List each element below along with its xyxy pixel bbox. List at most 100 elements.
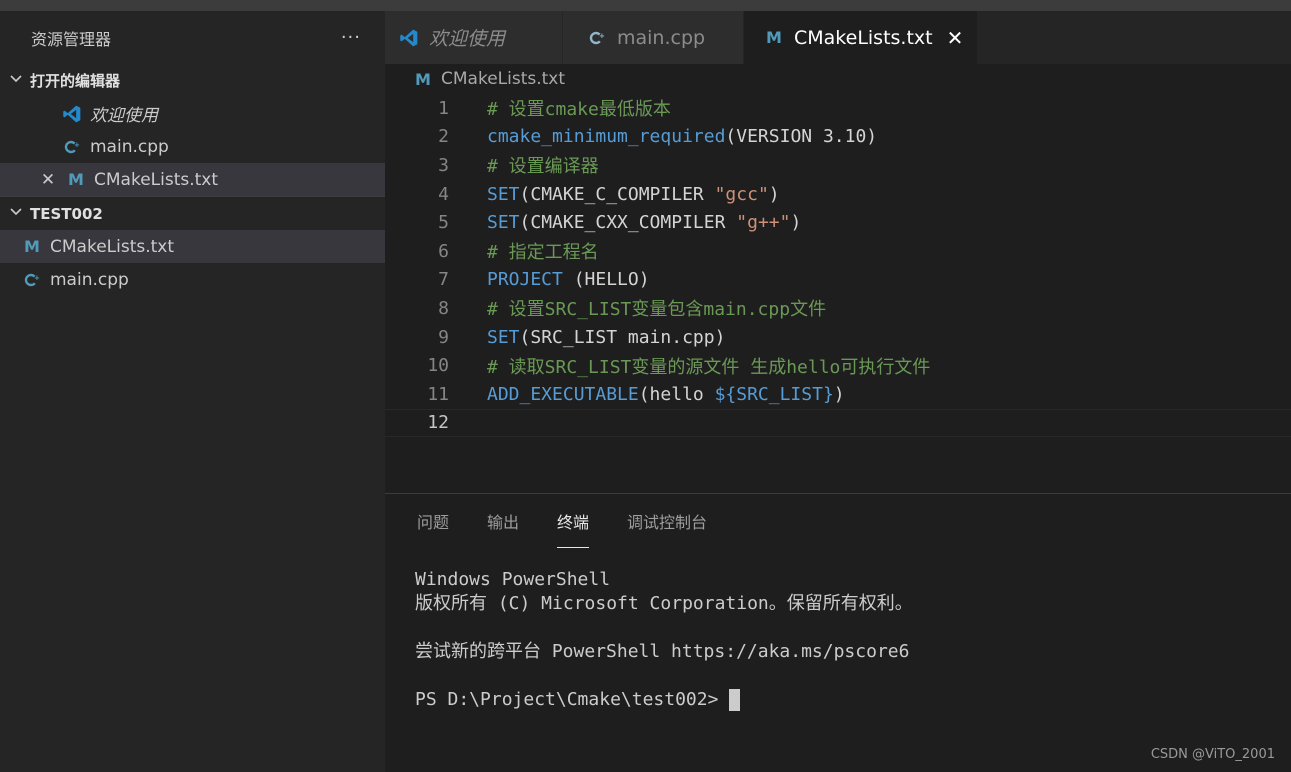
panel-tab-terminal[interactable]: 终端 <box>557 494 590 548</box>
code-line[interactable]: 4 SET(CMAKE_C_COMPILER "gcc") <box>385 180 1291 209</box>
panel-tabs: 问题 输出 终端 调试控制台 <box>385 494 1291 548</box>
svg-text:+: + <box>34 274 40 282</box>
svg-text:+: + <box>599 32 605 40</box>
line-number: 11 <box>427 383 449 405</box>
code-line[interactable]: 7 PROJECT (HELLO) <box>385 266 1291 295</box>
code-token: # 设置SRC_LIST变量包含main.cpp文件 <box>487 299 827 321</box>
line-source: cmake_minimum_required(VERSION 3.10) <box>487 126 877 147</box>
file-item-main-cpp[interactable]: + main.cpp <box>0 263 385 296</box>
line-source: # 读取SRC_LIST变量的源文件 生成hello可执行文件 <box>487 353 930 379</box>
code-line[interactable]: 11 ADD_EXECUTABLE(hello ${SRC_LIST}) <box>385 380 1291 409</box>
line-number: 8 <box>438 297 449 319</box>
terminal-prompt: PS D:\Project\Cmake\test002> <box>415 689 730 710</box>
chevron-down-icon <box>8 206 24 222</box>
cmake-icon: M <box>68 170 84 189</box>
bottom-panel: 问题 输出 终端 调试控制台 Windows PowerShell 版权所有 (C… <box>385 493 1291 772</box>
open-editor-item-main-cpp[interactable]: + main.cpp <box>0 130 385 163</box>
explorer-title: 资源管理器 <box>31 29 112 49</box>
close-tab-icon[interactable]: ✕ <box>947 26 964 50</box>
panel-tab-output[interactable]: 输出 <box>487 494 519 548</box>
terminal-line: 版权所有 (C) Microsoft Corporation。保留所有权利。 <box>415 593 913 614</box>
svg-text:+: + <box>74 141 80 149</box>
file-item-cmakelists[interactable]: M CMakeLists.txt <box>0 230 385 263</box>
breadcrumb-file[interactable]: CMakeLists.txt <box>441 69 565 89</box>
code-token: "gcc" <box>714 183 769 205</box>
watermark: CSDN @ViTO_2001 <box>1150 747 1275 762</box>
code-line[interactable]: 3 # 设置编译器 <box>385 151 1291 180</box>
code-token: (CMAKE_C_COMPILER <box>519 183 715 205</box>
line-number: 9 <box>438 326 449 348</box>
line-number: 4 <box>438 183 449 205</box>
breadcrumb[interactable]: M CMakeLists.txt <box>385 64 1291 94</box>
tab-label: 欢迎使用 <box>429 28 506 50</box>
line-source: # 设置编译器 <box>487 152 599 178</box>
cpp-icon: + <box>587 30 607 46</box>
tab-cmakelists[interactable]: M CMakeLists.txt ✕ <box>744 11 979 64</box>
tab-main-cpp[interactable]: + main.cpp <box>563 11 744 64</box>
open-editor-item-welcome[interactable]: 欢迎使用 <box>0 97 385 130</box>
tab-welcome[interactable]: 欢迎使用 <box>385 11 563 64</box>
line-source: # 设置cmake最低版本 <box>487 95 671 121</box>
code-token: SET <box>487 183 520 205</box>
line-source: PROJECT (HELLO) <box>487 269 650 290</box>
line-source: SET(CMAKE_CXX_COMPILER "g++") <box>487 212 801 233</box>
line-source: # 指定工程名 <box>487 238 599 264</box>
chevron-down-icon <box>8 73 24 89</box>
code-token: "g++" <box>736 212 791 234</box>
open-editor-label: CMakeLists.txt <box>94 169 219 190</box>
line-number: 12 <box>427 412 449 434</box>
title-bar-strip <box>0 0 1291 11</box>
code-token: (hello <box>638 383 715 405</box>
line-source: SET(SRC_LIST main.cpp) <box>487 327 725 348</box>
panel-tab-debug-console[interactable]: 调试控制台 <box>627 494 707 548</box>
terminal[interactable]: Windows PowerShell 版权所有 (C) Microsoft Cor… <box>385 548 1291 712</box>
vscode-icon <box>399 25 419 51</box>
terminal-prompt-line: PS D:\Project\Cmake\test002> <box>415 688 1291 712</box>
folder-header[interactable]: TEST002 <box>0 197 385 230</box>
code-token: (HELLO) <box>562 269 650 291</box>
code-token: # 指定工程名 <box>487 242 599 264</box>
panel-tab-problems[interactable]: 问题 <box>417 494 449 548</box>
code-line[interactable]: 10 # 读取SRC_LIST变量的源文件 生成hello可执行文件 <box>385 351 1291 380</box>
code-line[interactable]: 8 # 设置SRC_LIST变量包含main.cpp文件 <box>385 294 1291 323</box>
code-line[interactable]: 5 SET(CMAKE_CXX_COMPILER "g++") <box>385 208 1291 237</box>
terminal-line: Windows PowerShell <box>415 569 611 590</box>
open-editors-header[interactable]: 打开的编辑器 <box>0 64 385 97</box>
line-source: ADD_EXECUTABLE(hello ${SRC_LIST}) <box>487 384 845 405</box>
file-label: CMakeLists.txt <box>50 236 175 257</box>
code-token: (SRC_LIST main.cpp) <box>519 326 726 348</box>
code-line[interactable]: 1 # 设置cmake最低版本 <box>385 94 1291 123</box>
open-editor-item-cmakelists[interactable]: ✕ M CMakeLists.txt <box>0 163 385 196</box>
code-token: # 设置cmake最低版本 <box>487 99 671 121</box>
code-token: (VERSION 3.10) <box>725 126 878 148</box>
line-number: 5 <box>438 212 449 234</box>
line-number: 6 <box>438 240 449 262</box>
code-line[interactable]: 2 cmake_minimum_required(VERSION 3.10) <box>385 123 1291 152</box>
line-source: # 设置SRC_LIST变量包含main.cpp文件 <box>487 295 826 321</box>
line-number: 2 <box>438 126 449 148</box>
open-editor-label: 欢迎使用 <box>90 106 158 126</box>
line-number: 10 <box>427 355 449 377</box>
code-line[interactable]: 6 # 指定工程名 <box>385 237 1291 266</box>
explorer-sidebar: 资源管理器 ··· 打开的编辑器 欢迎使用 + main.cpp ✕ M CMa… <box>0 11 385 772</box>
cmake-icon: M <box>24 237 40 256</box>
cpp-icon: + <box>22 272 42 288</box>
code-token: SET <box>487 212 520 234</box>
folder-label: TEST002 <box>30 204 103 223</box>
line-number: 3 <box>438 154 449 176</box>
tab-label: main.cpp <box>617 26 706 49</box>
code-token: ) <box>833 383 845 405</box>
file-label: main.cpp <box>50 269 129 290</box>
line-number: 1 <box>438 97 449 119</box>
close-icon[interactable]: ✕ <box>38 170 58 190</box>
explorer-header: 资源管理器 ··· <box>0 11 385 64</box>
more-actions-icon[interactable]: ··· <box>341 27 361 48</box>
code-token: ) <box>790 212 802 234</box>
code-token: # 设置编译器 <box>487 156 599 178</box>
code-line[interactable]: 12 <box>385 408 1291 438</box>
open-editor-label: main.cpp <box>90 136 169 157</box>
code-line[interactable]: 9 SET(SRC_LIST main.cpp) <box>385 323 1291 352</box>
code-editor[interactable]: 1 # 设置cmake最低版本 2 cmake_minimum_required(VE… <box>385 94 1291 438</box>
code-token: ${SRC_LIST} <box>714 383 834 405</box>
